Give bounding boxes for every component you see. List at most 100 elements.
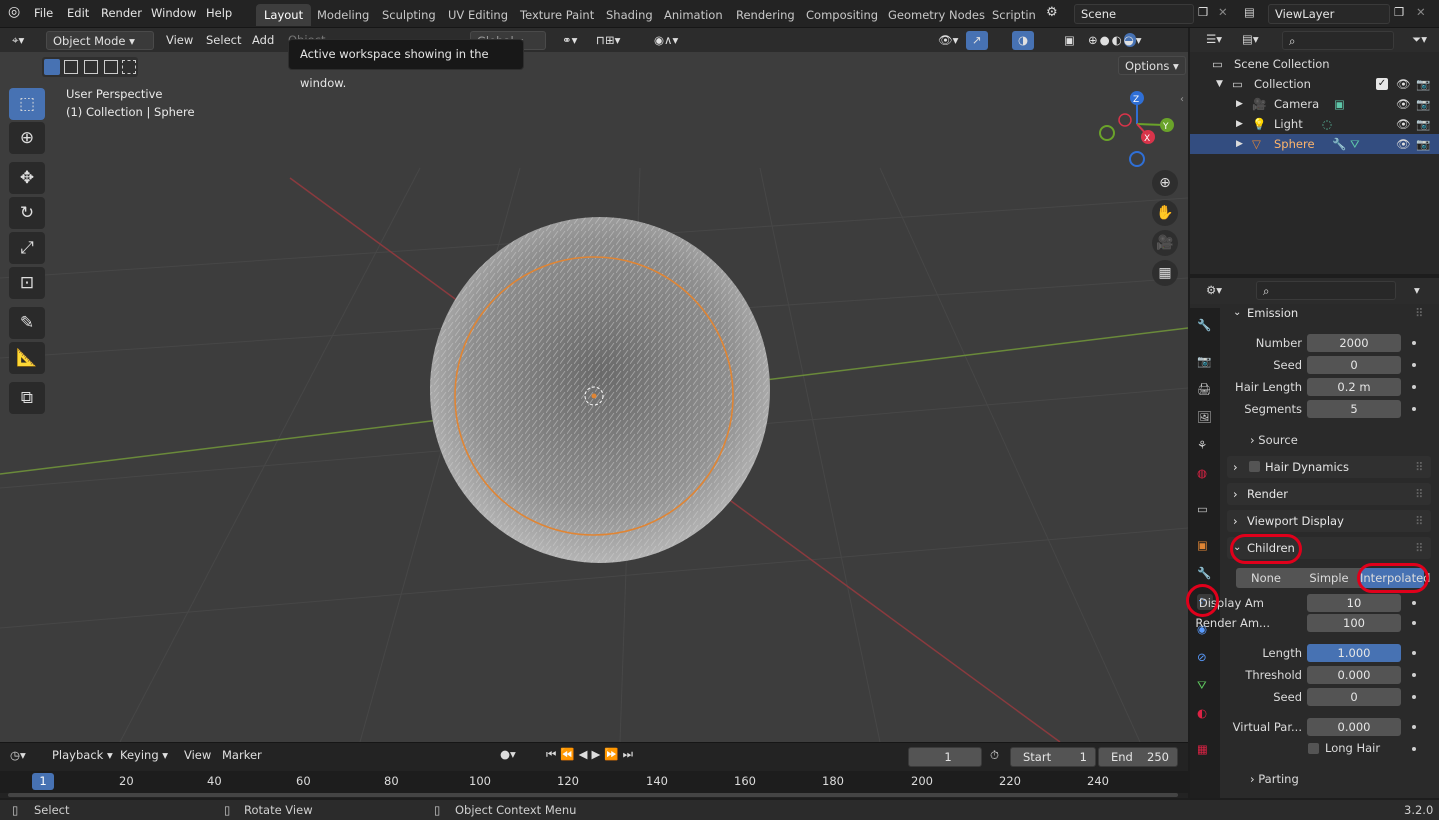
- tab-rendering[interactable]: Rendering: [728, 4, 803, 26]
- visibility-icon[interactable]: 👁▾: [932, 31, 964, 50]
- keyframe-dot[interactable]: [1412, 363, 1416, 367]
- close-view-layer-icon[interactable]: ✕: [1416, 5, 1426, 19]
- keyframe-dot[interactable]: [1412, 407, 1416, 411]
- expand-arrow-icon[interactable]: ▶: [1236, 134, 1243, 154]
- visibility-eye-icon[interactable]: 👁: [1396, 74, 1411, 94]
- keyframe-dot[interactable]: [1412, 601, 1416, 605]
- drag-handle-icon[interactable]: ⠿: [1415, 537, 1423, 559]
- rotate-tool-icon[interactable]: ↻: [9, 197, 45, 229]
- properties-options-icon[interactable]: ▾: [1414, 283, 1420, 297]
- length-field[interactable]: 1.000: [1307, 644, 1401, 662]
- modifier-tab-icon[interactable]: 🔧: [1197, 566, 1213, 582]
- visibility-eye-icon[interactable]: 👁: [1396, 94, 1411, 114]
- scene-tab-icon[interactable]: ⚘: [1197, 438, 1213, 454]
- display-amount-field[interactable]: 10: [1307, 594, 1401, 612]
- shading-modes-icon[interactable]: ⊕●◐◒▾: [1082, 31, 1150, 50]
- select-intersect-icon[interactable]: [122, 60, 136, 74]
- drag-handle-icon[interactable]: ⠿: [1415, 456, 1423, 478]
- hair-dynamics-panel-header[interactable]: › Hair Dynamics ⠿: [1227, 456, 1431, 478]
- filter-icon[interactable]: ⏷▾: [1412, 32, 1427, 47]
- outliner-item-sphere[interactable]: ▶ ▽ Sphere 🔧 ⛛ 👁 📷: [1190, 134, 1439, 154]
- current-frame-field[interactable]: 1: [908, 747, 982, 767]
- keyframe-dot[interactable]: [1412, 673, 1416, 677]
- keyframe-dot[interactable]: [1412, 341, 1416, 345]
- menu-help[interactable]: Help: [206, 6, 232, 20]
- cursor-tool-icon[interactable]: ⊕: [9, 122, 45, 154]
- measure-tool-icon[interactable]: 📐: [9, 342, 45, 374]
- outliner-search-input[interactable]: ⌕: [1282, 31, 1394, 50]
- display-mode-icon[interactable]: ▤▾: [1242, 32, 1259, 46]
- light-data-icon[interactable]: ◌: [1322, 114, 1332, 134]
- drag-handle-icon[interactable]: ⠿: [1415, 510, 1423, 532]
- select-box-tool-icon[interactable]: ⬚: [9, 88, 45, 120]
- zoom-icon[interactable]: ⊕: [1152, 170, 1178, 196]
- mesh-data-icon[interactable]: ⛛: [1350, 134, 1360, 154]
- object-tab-icon[interactable]: ▣: [1197, 538, 1213, 554]
- view-layer-icon[interactable]: ▤: [1244, 5, 1255, 19]
- collection-row[interactable]: ▼ ▭ Collection ✓ 👁 📷: [1190, 74, 1439, 94]
- properties-search-input[interactable]: ⌕: [1256, 281, 1396, 300]
- render-panel-header[interactable]: › Render ⠿: [1227, 483, 1431, 505]
- parting-subpanel[interactable]: › Parting: [1250, 772, 1299, 786]
- outliner-type-icon[interactable]: ☰▾: [1206, 32, 1222, 46]
- stopwatch-icon[interactable]: ⏱: [990, 748, 999, 763]
- move-tool-icon[interactable]: ✥: [9, 162, 45, 194]
- virtual-parents-field[interactable]: 0.000: [1307, 718, 1401, 736]
- render-camera-icon[interactable]: 📷: [1416, 74, 1430, 94]
- camera-view-icon[interactable]: 🎥: [1152, 230, 1178, 256]
- threshold-field[interactable]: 0.000: [1307, 666, 1401, 684]
- tab-geometry-nodes[interactable]: Geometry Nodes: [880, 4, 993, 26]
- emission-panel-header[interactable]: ⌄ Emission ⠿: [1227, 302, 1431, 324]
- proportional-edit-icon[interactable]: ◉∧▾: [648, 31, 684, 50]
- render-camera-icon[interactable]: 📷: [1416, 114, 1430, 134]
- 3d-viewport[interactable]: Z Y X ⌖▾ Object Mode ▾ View Select Add O…: [0, 28, 1188, 742]
- emission-seed-field[interactable]: 0: [1307, 356, 1401, 374]
- keyframe-dot[interactable]: [1412, 725, 1416, 729]
- keyframe-dot[interactable]: [1412, 747, 1416, 751]
- select-invert-icon[interactable]: [104, 60, 118, 74]
- tab-layout[interactable]: Layout: [256, 4, 312, 26]
- timeline-view-menu[interactable]: View: [178, 746, 217, 765]
- number-field[interactable]: 2000: [1307, 334, 1401, 352]
- viewport-display-panel-header[interactable]: › Viewport Display ⠿: [1227, 510, 1431, 532]
- outliner-item-camera[interactable]: ▶ 🎥 Camera ▣ 👁 📷: [1190, 94, 1439, 114]
- keying-menu[interactable]: Keying ▾: [114, 746, 174, 765]
- overlay-toggle-icon[interactable]: ◑: [1012, 31, 1035, 50]
- select-extend-icon[interactable]: [64, 60, 78, 74]
- timeline-editor-icon[interactable]: ◷▾: [10, 748, 26, 762]
- scene-icon[interactable]: ⚙: [1046, 5, 1058, 20]
- playback-controls[interactable]: ⏮⏪◀▶⏩⏭: [546, 747, 637, 762]
- tab-uv-editing[interactable]: UV Editing: [440, 4, 516, 26]
- tool-tab-icon[interactable]: 🔧: [1197, 318, 1213, 334]
- copy-scene-icon[interactable]: ❐: [1198, 5, 1208, 19]
- properties-type-icon[interactable]: ⚙▾: [1206, 283, 1222, 297]
- scene-name-field[interactable]: Scene: [1074, 4, 1194, 24]
- view-menu[interactable]: View: [160, 31, 199, 50]
- close-scene-icon[interactable]: ✕: [1218, 5, 1228, 19]
- children-mode-simple[interactable]: Simple: [1298, 568, 1360, 588]
- object-mode-dropdown[interactable]: Object Mode ▾: [46, 31, 154, 50]
- children-mode-none[interactable]: None: [1236, 568, 1296, 588]
- texture-tab-icon[interactable]: ▦: [1197, 742, 1213, 758]
- world-tab-icon[interactable]: ◍: [1197, 466, 1213, 482]
- long-hair-checkbox[interactable]: [1308, 743, 1319, 754]
- editor-type-icon[interactable]: ⌖▾: [6, 31, 30, 50]
- segments-field[interactable]: 5: [1307, 400, 1401, 418]
- transform-tool-icon[interactable]: ⊡: [9, 267, 45, 299]
- tab-modeling[interactable]: Modeling: [309, 4, 377, 26]
- menu-edit[interactable]: Edit: [67, 6, 89, 20]
- menu-file[interactable]: File: [34, 6, 53, 20]
- expand-arrow-icon[interactable]: ▶: [1236, 114, 1243, 134]
- tab-compositing[interactable]: Compositing: [798, 4, 886, 26]
- source-subpanel[interactable]: › Source: [1250, 433, 1298, 447]
- gizmo-toggle-icon[interactable]: ↗: [966, 31, 988, 50]
- keyframe-dot[interactable]: [1412, 651, 1416, 655]
- tab-shading[interactable]: Shading: [598, 4, 661, 26]
- hair-length-field[interactable]: 0.2 m: [1307, 378, 1401, 396]
- tab-sculpting[interactable]: Sculpting: [374, 4, 444, 26]
- snap-icon[interactable]: ⊓⊞▾: [590, 31, 626, 50]
- annotate-tool-icon[interactable]: ✎: [9, 307, 45, 339]
- menu-window[interactable]: Window: [151, 6, 196, 20]
- render-camera-icon[interactable]: 📷: [1416, 134, 1430, 154]
- expand-arrow-icon[interactable]: ▼: [1216, 74, 1223, 94]
